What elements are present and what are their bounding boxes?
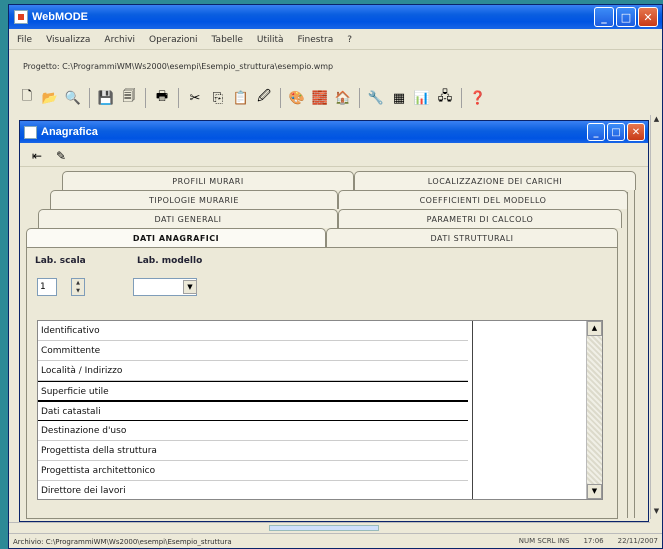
menu-tables[interactable]: Tabelle <box>210 35 245 45</box>
grid-row[interactable]: Direttore dei lavori <box>38 481 468 501</box>
grid-icon[interactable]: ▦ <box>389 88 409 108</box>
maximize-button[interactable]: □ <box>616 7 636 27</box>
toolbar-separator <box>178 88 179 108</box>
menu-operations[interactable]: Operazioni <box>147 35 200 45</box>
grid-row[interactable]: Destinazione d'uso <box>38 421 468 441</box>
grid-row[interactable]: Identificativo <box>38 321 468 341</box>
status-keys: NUM SCRL INS <box>518 537 570 545</box>
new-icon[interactable]: 🗋 <box>17 88 37 108</box>
status-path: Archivio: C:\ProgrammiWM\Ws2000\esempi\E… <box>13 537 232 546</box>
menu-window[interactable]: Finestra <box>296 35 336 45</box>
title-bar: WebMODE _ □ ✕ <box>9 5 662 29</box>
minimize-button[interactable]: _ <box>594 7 614 27</box>
wizard-icon[interactable]: 🖉 <box>254 88 274 108</box>
child-toolbar: ⇤ ✎ <box>20 145 648 167</box>
tab-coefficienti-modello[interactable]: COEFFICIENTI DEL MODELLO <box>338 190 628 209</box>
tab-parametri-calcolo[interactable]: PARAMETRI DI CALCOLO <box>338 209 622 228</box>
find-icon[interactable]: 🔍 <box>63 88 83 108</box>
spin-up-icon[interactable]: ▲ <box>72 279 84 287</box>
scala-label: Lab. scala <box>35 256 86 266</box>
chevron-down-icon[interactable]: ▼ <box>183 280 197 294</box>
child-maximize-button[interactable]: □ <box>607 123 625 141</box>
tab-panel-edge <box>622 192 628 518</box>
tab-tipologie-murarie[interactable]: TIPOLOGIE MURARIE <box>50 190 338 209</box>
grid-row[interactable]: Superficie utile <box>38 381 468 401</box>
document-icon <box>24 125 37 139</box>
dati-anagrafici-panel: Lab. scala Lab. modello 1 ▲ ▼ ▼ Identifi… <box>26 247 618 519</box>
tools-icon[interactable]: 🔧 <box>366 88 386 108</box>
copy-icon[interactable]: ⎘ <box>208 88 228 108</box>
project-path: Progetto: C:\ProgrammiWM\Ws2000\esempi\E… <box>23 61 334 71</box>
menu-file[interactable]: File <box>15 35 34 45</box>
window-vertical-scrollbar[interactable]: ▲ ▼ <box>650 115 662 519</box>
spin-down-icon[interactable]: ▼ <box>72 287 84 295</box>
chart-icon[interactable]: 📊 <box>412 88 432 108</box>
cut-icon[interactable]: ✂ <box>185 88 205 108</box>
main-window: WebMODE _ □ ✕ File Visualizza Archivi Op… <box>8 4 663 549</box>
building-icon[interactable]: 🏠 <box>333 88 353 108</box>
menu-archives[interactable]: Archivi <box>102 35 137 45</box>
scroll-down-icon[interactable]: ▼ <box>587 484 602 499</box>
network-icon[interactable]: 🖧 <box>435 88 455 108</box>
help-icon[interactable]: ❓ <box>468 88 488 108</box>
grid-row[interactable]: Località / Indirizzo <box>38 361 468 381</box>
status-date: 22/11/2007 <box>617 537 658 545</box>
anagrafica-grid: Identificativo Committente Località / In… <box>37 320 603 500</box>
print-icon[interactable]: 🖶 <box>152 88 172 108</box>
close-button[interactable]: ✕ <box>638 7 658 27</box>
scroll-up-icon[interactable]: ▲ <box>651 115 662 127</box>
toolbar-separator <box>89 88 90 108</box>
modello-label: Lab. modello <box>137 256 203 266</box>
scroll-down-icon[interactable]: ▼ <box>651 507 662 519</box>
scroll-up-icon[interactable]: ▲ <box>587 321 602 336</box>
app-icon <box>14 10 28 24</box>
menu-utilities[interactable]: Utilità <box>255 35 286 45</box>
tab-profili-murari[interactable]: PROFILI MURARI <box>62 171 354 190</box>
save-icon[interactable]: 💾 <box>96 88 116 108</box>
toolbar-separator <box>359 88 360 108</box>
paste-icon[interactable]: 📋 <box>231 88 251 108</box>
box-icon[interactable]: 🧱 <box>310 88 330 108</box>
toolbar-separator <box>145 88 146 108</box>
tab-control: PROFILI MURARI LOCALIZZAZIONE DEI CARICH… <box>26 171 640 519</box>
scala-spinner[interactable]: ▲ ▼ <box>71 278 85 296</box>
horizontal-scrollbar[interactable] <box>9 522 650 532</box>
color-icon[interactable]: 🎨 <box>287 88 307 108</box>
tab-dati-generali[interactable]: DATI GENERALI <box>38 209 338 228</box>
tab-dati-strutturali[interactable]: DATI STRUTTURALI <box>326 228 618 247</box>
child-close-button[interactable]: ✕ <box>627 123 645 141</box>
grid-scrollbar[interactable]: ▲ ▼ <box>586 321 602 499</box>
toolbar-separator <box>461 88 462 108</box>
grid-row[interactable]: Progettista della struttura <box>38 441 468 461</box>
tab-localizzazione-carichi[interactable]: LOCALIZZAZIONE DEI CARICHI <box>354 171 636 190</box>
open-icon[interactable]: 📂 <box>40 88 60 108</box>
menu-bar: File Visualizza Archivi Operazioni Tabel… <box>9 30 662 50</box>
grid-row[interactable]: Progettista architettonico <box>38 461 468 481</box>
exit-icon[interactable]: ⇤ <box>28 147 46 165</box>
child-title-bar: Anagrafica _ □ ✕ <box>20 121 648 143</box>
child-minimize-button[interactable]: _ <box>587 123 605 141</box>
menu-view[interactable]: Visualizza <box>44 35 92 45</box>
status-time: 17:06 <box>583 537 604 545</box>
window-title: WebMODE <box>32 11 89 23</box>
scroll-thumb[interactable] <box>269 525 379 531</box>
grid-row[interactable]: Dati catastali <box>38 401 468 421</box>
status-bar: Archivio: C:\ProgrammiWM\Ws2000\esempi\E… <box>9 533 662 549</box>
scala-spin-input[interactable]: 1 <box>37 278 57 296</box>
toolbar-separator <box>280 88 281 108</box>
tool-icon[interactable]: ✎ <box>52 147 70 165</box>
child-window-title: Anagrafica <box>41 126 98 138</box>
anagrafica-window: Anagrafica _ □ ✕ ⇤ ✎ PROFILI MURARI LOCA… <box>19 120 649 522</box>
save-all-icon[interactable]: 🗐 <box>119 88 139 108</box>
tab-dati-anagrafici[interactable]: DATI ANAGRAFICI <box>26 228 326 247</box>
menu-help[interactable]: ? <box>345 35 354 45</box>
tab-panel-edge <box>629 173 635 518</box>
column-divider <box>472 321 473 499</box>
grid-row[interactable]: Committente <box>38 341 468 361</box>
main-toolbar: 🗋 📂 🔍 💾 🗐 🖶 ✂ ⎘ 📋 🖉 🎨 🧱 🏠 🔧 ▦ 📊 🖧 ❓ <box>9 81 662 115</box>
